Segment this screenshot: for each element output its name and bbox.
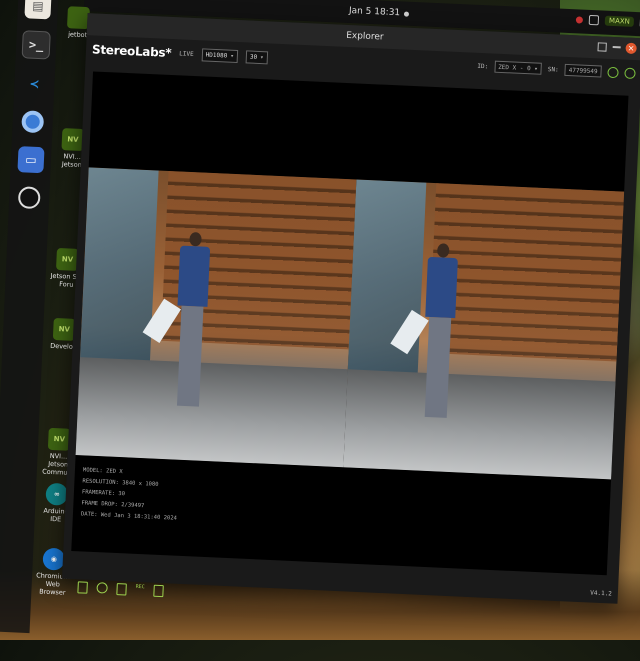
close-icon[interactable]: × bbox=[625, 43, 636, 54]
id-label: ID: bbox=[477, 62, 488, 69]
atrium-floor bbox=[343, 369, 615, 479]
settings-icon[interactable] bbox=[624, 67, 635, 78]
fps-value: 30 bbox=[250, 53, 258, 60]
obs-app-icon[interactable] bbox=[16, 184, 43, 211]
atrium-floor bbox=[76, 357, 348, 467]
chevron-down-icon: ▾ bbox=[260, 54, 264, 61]
text-editor-app-icon[interactable]: ▭ bbox=[17, 146, 44, 173]
window-title: Explorer bbox=[346, 31, 384, 43]
files-app-icon[interactable]: ▤ bbox=[24, 0, 51, 19]
camera-view: MODEL: ZED X RESOLUTION: 3840 x 1080 FRA… bbox=[71, 71, 628, 575]
version-label: V4.1.2 bbox=[590, 590, 612, 598]
power-mode-badge[interactable]: MAXN bbox=[605, 16, 634, 27]
record-icon[interactable] bbox=[96, 582, 107, 593]
stereo-stream bbox=[76, 167, 625, 479]
glass-wall bbox=[347, 180, 426, 383]
person-torso bbox=[425, 257, 458, 318]
person-head bbox=[437, 243, 450, 258]
serial-field: 47799549 bbox=[564, 64, 601, 78]
device-select[interactable]: ZED X - 0 ▾ bbox=[494, 61, 542, 75]
minimize-icon[interactable] bbox=[613, 46, 621, 48]
resolution-select[interactable]: HD1080 ▾ bbox=[201, 48, 238, 63]
person-legs bbox=[425, 317, 452, 418]
bottom-toolbar: REC bbox=[77, 581, 163, 597]
chevron-down-icon: ▾ bbox=[230, 52, 234, 59]
desktop-icon-label: jetbot bbox=[68, 30, 87, 39]
right-camera-image bbox=[343, 180, 624, 480]
chromium-app-icon[interactable] bbox=[19, 108, 46, 135]
stream-info: MODEL: ZED X RESOLUTION: 3840 x 1080 FRA… bbox=[81, 465, 179, 524]
notification-dot-icon bbox=[404, 11, 409, 16]
maximize-icon[interactable] bbox=[597, 42, 606, 51]
recording-indicator-icon[interactable] bbox=[576, 16, 583, 23]
device-value: ZED X - 0 bbox=[498, 63, 531, 71]
system-tray: MAXN bbox=[576, 14, 640, 28]
depth-icon[interactable] bbox=[116, 583, 127, 595]
serial-value: 47799549 bbox=[569, 67, 598, 75]
desktop: Jan 5 18:31 MAXN ▤ >_ ≺ ▭ jetbot NV NVI.… bbox=[0, 0, 640, 654]
camera-snapshot-icon[interactable] bbox=[153, 585, 164, 597]
refresh-icon[interactable] bbox=[607, 66, 618, 77]
desktop-icon-label: NVI... Jetson bbox=[62, 152, 82, 169]
live-label: LIVE bbox=[179, 50, 194, 58]
glass-wall bbox=[80, 167, 159, 370]
explorer-window: Explorer × StereoLabs* LIVE HD1080 ▾ 30 … bbox=[62, 13, 640, 604]
clock-label: Jan 5 18:31 bbox=[349, 6, 401, 18]
chromium-icon bbox=[21, 110, 44, 133]
network-icon[interactable] bbox=[589, 15, 599, 25]
brand-logo: StereoLabs* bbox=[92, 42, 172, 60]
left-camera-image bbox=[76, 167, 357, 467]
terminal-glyph: >_ bbox=[29, 38, 44, 53]
rec-label[interactable]: REC bbox=[135, 584, 145, 596]
terminal-app-icon[interactable]: >_ bbox=[22, 30, 51, 59]
person-legs bbox=[177, 306, 204, 407]
sn-label: SN: bbox=[548, 66, 559, 73]
folder-icon[interactable] bbox=[77, 581, 88, 593]
vscode-glyph: ≺ bbox=[29, 77, 40, 91]
resolution-value: HD1080 bbox=[205, 51, 227, 59]
camera-selector: ID: ZED X - 0 ▾ SN: 47799549 bbox=[477, 60, 636, 79]
clock[interactable]: Jan 5 18:31 bbox=[349, 6, 410, 19]
vscode-app-icon[interactable]: ≺ bbox=[21, 70, 48, 97]
fps-select[interactable]: 30 ▾ bbox=[246, 50, 268, 64]
obs-icon bbox=[18, 186, 41, 209]
person-head bbox=[189, 232, 202, 247]
person-torso bbox=[178, 246, 211, 307]
